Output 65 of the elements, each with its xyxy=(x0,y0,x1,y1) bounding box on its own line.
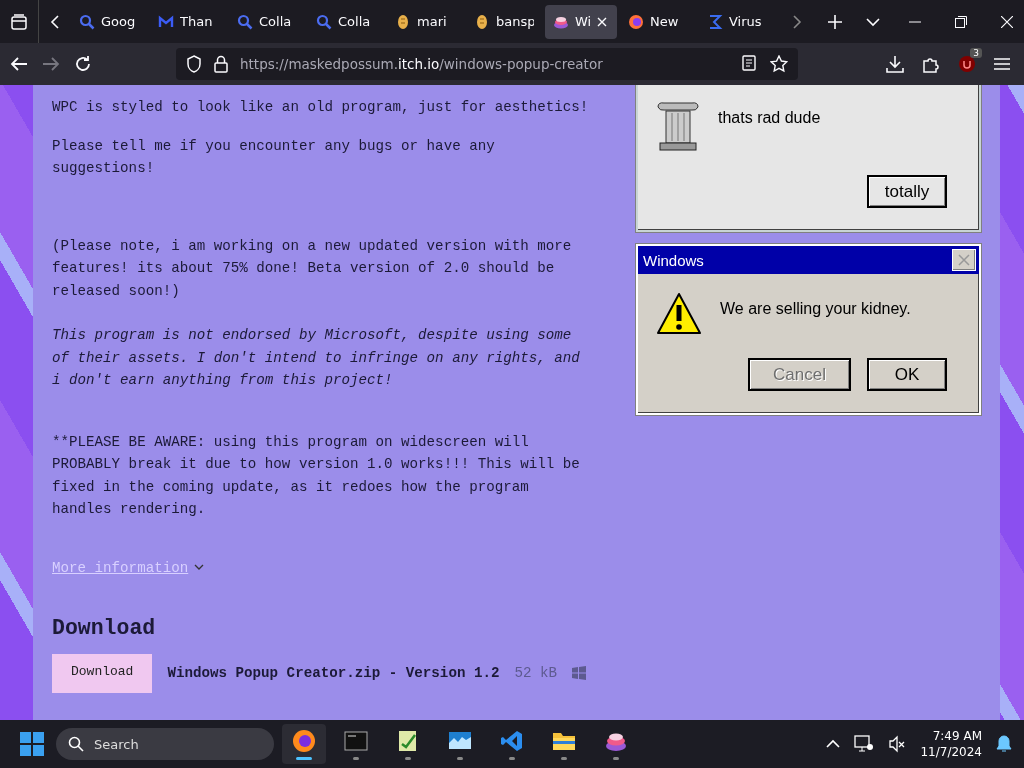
muted-speaker-icon[interactable] xyxy=(888,735,907,753)
close-icon xyxy=(958,254,970,266)
bean-icon xyxy=(395,13,411,30)
file-size: 52 kB xyxy=(514,663,558,683)
restore-icon[interactable] xyxy=(955,15,967,28)
close-button[interactable] xyxy=(952,249,976,271)
reader-view-icon[interactable] xyxy=(742,55,756,71)
file-name: Windows Popup Creator.zip - Version 1.2 xyxy=(167,663,500,683)
search-icon xyxy=(68,736,84,752)
taskbar-app[interactable] xyxy=(282,724,326,764)
scroll-left-icon[interactable] xyxy=(50,13,60,30)
bell-icon[interactable] xyxy=(996,735,1012,753)
dialog-message: thats rad dude xyxy=(718,108,821,128)
clock[interactable]: 7:49 AM 11/7/2024 xyxy=(920,728,982,760)
terminal-icon[interactable] xyxy=(344,728,368,753)
magnifier-icon xyxy=(237,13,253,30)
dialog-title: Windows xyxy=(643,251,704,269)
search-field[interactable]: Search xyxy=(56,728,274,760)
browser-tab[interactable]: Wi xyxy=(545,4,617,39)
menu-icon[interactable] xyxy=(994,57,1010,71)
plus-icon[interactable] xyxy=(828,14,842,29)
shield-icon xyxy=(186,55,202,73)
tab-list-icon[interactable] xyxy=(10,12,28,31)
start-icon[interactable] xyxy=(20,732,44,756)
dialog-button[interactable]: totally xyxy=(867,175,947,208)
browser-tab[interactable]: Goog xyxy=(71,4,147,39)
back-arrow-icon[interactable] xyxy=(10,56,28,72)
browser-tab[interactable]: bansp xyxy=(466,4,542,39)
close-icon[interactable] xyxy=(1001,15,1013,28)
browser-tab[interactable]: Colla xyxy=(229,4,305,39)
bean-icon xyxy=(474,13,490,30)
dialog-button[interactable]: OK xyxy=(867,358,947,391)
description-paragraph: Please tell me if you encounter any bugs or have any suggestions! xyxy=(52,136,496,178)
network-icon[interactable] xyxy=(854,735,875,753)
puzzle-icon[interactable] xyxy=(922,55,940,73)
scroll-right-icon[interactable] xyxy=(792,13,802,30)
description-paragraph: This program is not endorsed by Microsoft, despite using some of their assets. I don't intend to infringe on any rights, and i don't earn anything from this project! xyxy=(52,326,581,390)
browser-tab[interactable]: New xyxy=(620,4,696,39)
star-icon[interactable] xyxy=(770,55,788,73)
windows-logo-icon xyxy=(572,666,587,680)
reload-icon[interactable] xyxy=(74,55,92,73)
sigma-icon xyxy=(707,13,723,30)
browser-tab[interactable]: Virus xyxy=(699,4,775,39)
notification-count: 3 xyxy=(970,48,982,58)
description-paragraph: WPC is styled to look like an old program, just for aesthetics! xyxy=(52,98,590,117)
warning-icon xyxy=(656,292,702,336)
browser-tab[interactable]: Colla xyxy=(308,4,384,39)
download-heading: Download xyxy=(52,617,157,640)
padlock-icon xyxy=(214,55,228,73)
column-icon xyxy=(656,101,700,153)
browser-tab[interactable]: Than xyxy=(150,4,226,39)
download-icon[interactable] xyxy=(886,55,904,73)
download-button[interactable]: Download xyxy=(52,653,153,693)
address-bar[interactable]: https://maskedpossum.itch.io/windows-popup-creator xyxy=(176,48,798,80)
forward-arrow-icon[interactable] xyxy=(42,56,60,72)
code-editor-icon[interactable] xyxy=(500,728,524,753)
m-logo-icon xyxy=(158,13,174,30)
description-paragraph: **PLEASE BE AWARE: using this program on widescreen will PROBABLY break it due to how version 1.0 works!!! This will be fixed in the coming update, as it redoes how the program handles rendering. xyxy=(52,432,581,519)
browser-tab[interactable]: mari xyxy=(387,4,463,39)
dialog-message: We are selling your kidney. xyxy=(720,299,911,319)
magnifier-icon xyxy=(316,13,332,30)
close-icon[interactable] xyxy=(597,16,608,27)
description-paragraph: (Please note, i am working on a new updated version with more features! its about 75% done! Beta version of 2.0 should be released soon!) xyxy=(52,236,573,301)
chevron-up-icon[interactable] xyxy=(826,739,841,749)
magnifier-icon xyxy=(79,13,95,30)
